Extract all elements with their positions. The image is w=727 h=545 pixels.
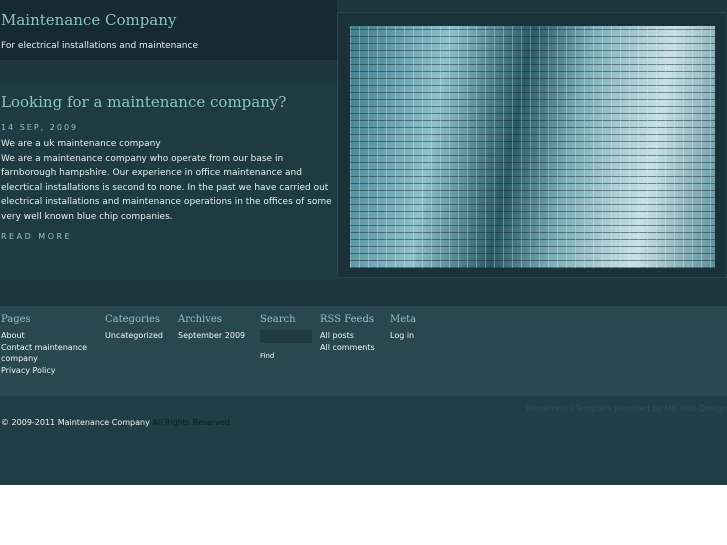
footer-credits: WordPress | Template provided by MB Web … [525,404,727,413]
widget-title: Meta [390,314,417,325]
copyright-rights: All Rights Reserved [152,418,230,427]
building-image [350,26,715,268]
login-link[interactable]: Log in [390,330,416,342]
copyright-years: © 2009-2011 [1,418,56,427]
post: Looking for a maintenance company? 14 SE… [0,84,337,280]
widget-rss: RSS Feeds All posts All comments [320,314,375,353]
widget-title: RSS Feeds [320,314,374,325]
widget-title: Archives [178,314,222,325]
rss-comments-link[interactable]: All comments [320,342,375,354]
read-more-link[interactable]: READ MORE [1,232,72,241]
page-link-privacy[interactable]: Privacy Policy [1,365,91,377]
widget-pages: Pages About Contact maintenance company … [1,314,91,376]
archive-link[interactable]: September 2009 [178,330,245,342]
widget-title: Pages [1,314,31,325]
header: Maintenance Company For electrical insta… [0,0,337,60]
widget-meta: Meta Log in [390,314,416,342]
widget-categories: Categories Uncategorized [105,314,163,342]
widget-title: Categories [105,314,160,325]
copyright: © 2009-2011 Maintenance Company All Righ… [1,418,230,427]
post-body: We are a uk maintenance company We are a… [1,137,335,225]
site-title[interactable]: Maintenance Company [1,11,176,29]
post-text: We are a maintenance company who operate… [1,153,332,222]
find-button[interactable]: Find [260,352,274,360]
footer: WordPress | Template provided by MB Web … [0,396,727,485]
widget-search: Search Find [260,314,312,362]
tagline: For electrical installations and mainten… [1,41,198,51]
widget-title: Search [260,314,296,325]
post-title[interactable]: Looking for a maintenance company? [1,93,286,111]
widget-archives: Archives September 2009 [178,314,245,342]
post-subtitle: We are a uk maintenance company [1,139,161,149]
category-link[interactable]: Uncategorized [105,330,163,342]
rss-posts-link[interactable]: All posts [320,330,375,342]
page: Maintenance Company For electrical insta… [0,0,727,485]
search-input[interactable] [260,330,312,343]
header-image-frame [337,12,727,278]
page-link-contact[interactable]: Contact maintenance company [1,342,91,365]
footer-company-link[interactable]: Maintenance Company [58,418,150,427]
page-link-about[interactable]: About [1,330,91,342]
widgets-area: Pages About Contact maintenance company … [0,306,727,396]
post-date: 14 SEP, 2009 [1,123,79,132]
